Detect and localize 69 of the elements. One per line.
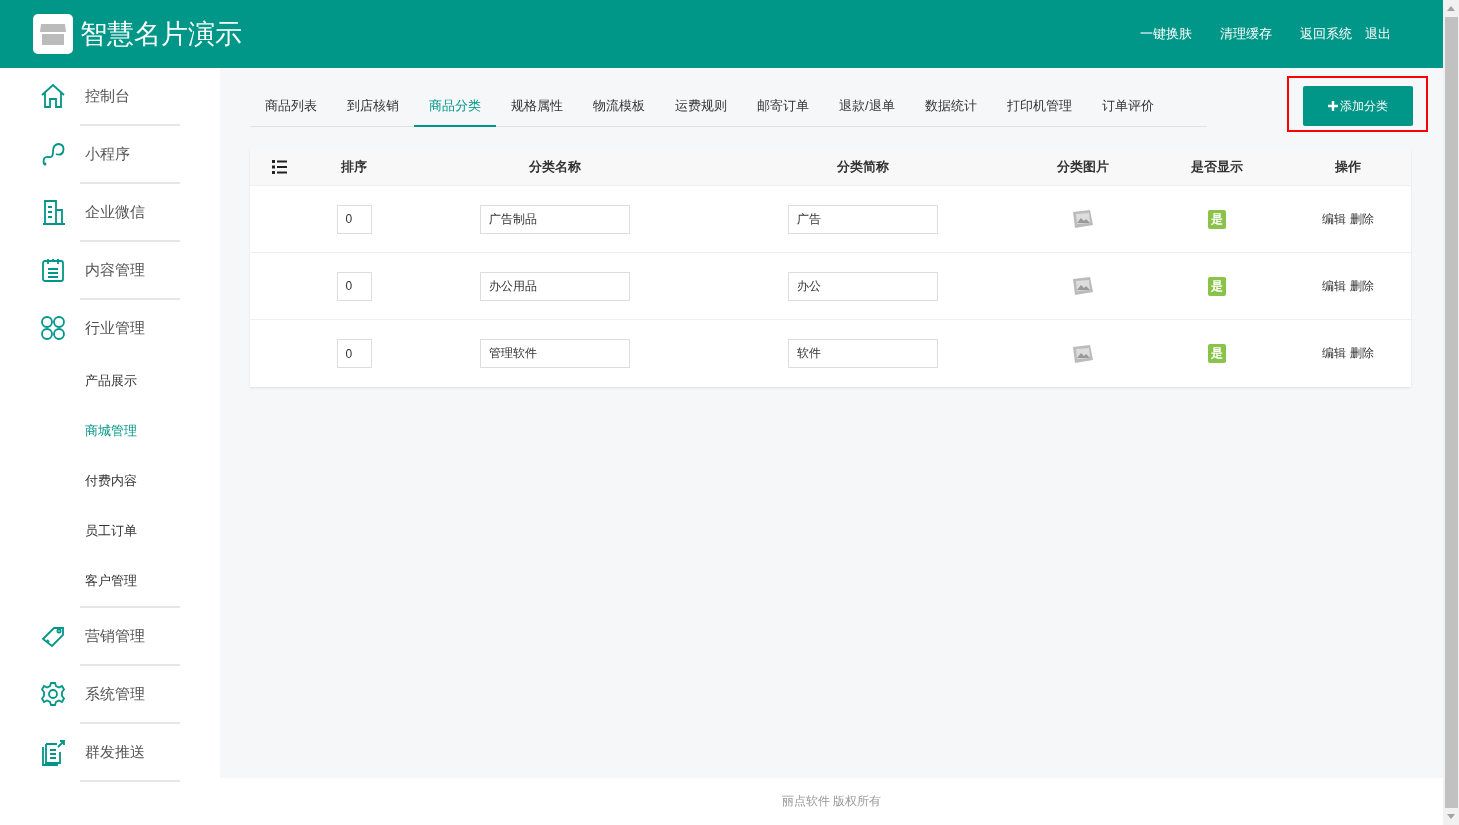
name-input[interactable]: 管理软件 (480, 339, 630, 368)
list-icon (271, 159, 287, 174)
tab[interactable]: 商品列表 (250, 88, 332, 127)
sort-input[interactable]: 0 (336, 271, 372, 301)
menu-item[interactable]: 内容管理 (85, 260, 145, 280)
app-title: 智慧名片演示 (80, 18, 243, 51)
header-link[interactable]: 清理缓存 (1220, 25, 1272, 43)
image-placeholder-icon (1072, 344, 1094, 363)
menu-item[interactable]: 小程序 (85, 144, 130, 164)
column-header: 分类名称 (528, 157, 582, 176)
submenu-item[interactable]: 客户管理 (0, 556, 220, 606)
tab[interactable]: 数据统计 (909, 88, 992, 127)
action-link[interactable]: 删除 (1349, 210, 1374, 228)
status-badge: 是 (1208, 209, 1226, 229)
tab[interactable]: 邮寄订单 (742, 88, 824, 127)
copyright-text: 丽点软件 版权所有 (780, 793, 883, 810)
tab[interactable]: 订单评价 (1086, 88, 1169, 127)
image-placeholder-icon (1072, 210, 1094, 228)
action-link[interactable]: 删除 (1349, 277, 1374, 295)
column-header: 分类图片 (1056, 157, 1110, 176)
scroll-up-arrow-icon[interactable] (1447, 6, 1455, 11)
action-link[interactable]: 编辑 (1321, 345, 1346, 362)
column-header: 操作 (1333, 157, 1362, 176)
name-input[interactable]: 办公用品 (480, 271, 630, 301)
header-link[interactable]: 一键换肤 (1140, 25, 1192, 43)
tab[interactable]: 物流模板 (578, 88, 660, 127)
menu-item[interactable]: 群发推送 (85, 742, 145, 762)
status-badge: 是 (1208, 276, 1226, 296)
sort-input[interactable]: 0 (336, 339, 372, 368)
header-link[interactable]: 退出 (1365, 25, 1391, 43)
submenu-item[interactable]: 商城管理 (0, 406, 220, 456)
name-input[interactable]: 广告制品 (480, 204, 630, 234)
tab[interactable]: 运费规则 (660, 88, 742, 127)
add-category-button[interactable]: 添加分类 (1303, 86, 1413, 126)
short-name-input[interactable]: 办公 (788, 271, 938, 301)
action-link[interactable]: 编辑 (1321, 277, 1346, 295)
scrollbar[interactable] (1443, 0, 1459, 825)
action-link[interactable]: 删除 (1349, 345, 1374, 362)
tab[interactable]: 到店核销 (332, 88, 414, 127)
sort-input[interactable]: 0 (336, 204, 372, 234)
tab[interactable]: 打印机管理 (991, 88, 1087, 127)
column-header: 分类简称 (836, 157, 890, 176)
image-placeholder-icon (1072, 277, 1094, 295)
scroll-down-arrow-icon[interactable] (1447, 814, 1455, 819)
menu-item[interactable]: 行业管理 (85, 318, 145, 338)
action-link[interactable]: 编辑 (1321, 210, 1346, 228)
menu-item[interactable]: 控制台 (85, 86, 130, 106)
status-badge: 是 (1208, 344, 1226, 363)
tab[interactable]: 规格属性 (496, 88, 578, 127)
gear-icon (39, 680, 67, 708)
header-link[interactable]: 返回系统 (1300, 25, 1352, 43)
menu-item[interactable]: 系统管理 (85, 684, 145, 704)
tab[interactable]: 商品分类 (414, 88, 496, 127)
document-send-icon (39, 738, 67, 766)
grid-icon (39, 314, 67, 342)
submenu-item[interactable]: 付费内容 (0, 456, 220, 506)
tab[interactable]: 退款/退单 (824, 88, 910, 127)
column-header: 是否显示 (1190, 157, 1244, 176)
clipboard-icon (39, 256, 67, 284)
short-name-input[interactable]: 广告 (788, 204, 938, 234)
menu-item[interactable]: 企业微信 (85, 202, 145, 222)
menu-item[interactable]: 营销管理 (85, 626, 145, 646)
home-icon (39, 82, 67, 110)
plus-icon (1328, 101, 1338, 111)
column-header: 排序 (340, 157, 368, 176)
submenu-item[interactable]: 员工订单 (0, 506, 220, 556)
submenu-item[interactable]: 产品展示 (0, 356, 220, 406)
short-name-input[interactable]: 软件 (788, 339, 938, 368)
logo-icon (33, 14, 73, 54)
